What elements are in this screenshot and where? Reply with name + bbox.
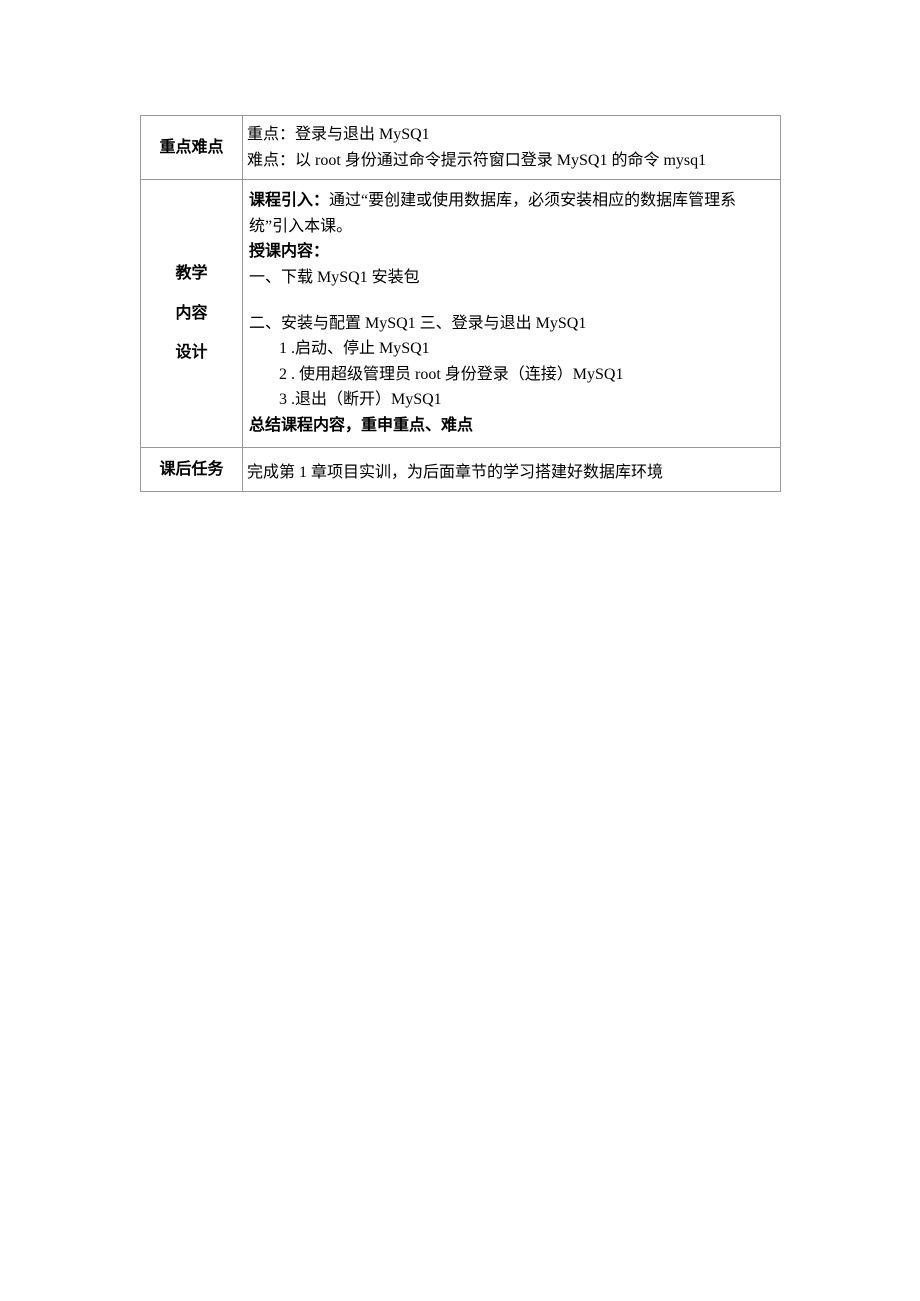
lesson-plan-table: 重点难点 重点：登录与退出 MySQ1 难点：以 root 身份通过命令提示符窗… bbox=[140, 115, 781, 492]
teaching-item3: 3 .退出（断开）MySQ1 bbox=[249, 387, 774, 413]
homework-text: 完成第 1 章项目实训，为后面章节的学习搭建好数据库环境 bbox=[247, 460, 776, 486]
homework-label: 课后任务 bbox=[141, 447, 243, 492]
row-teaching: 教学 内容 设计 课程引入：通过“要创建或使用数据库，必须安装相应的数据库管理系… bbox=[141, 180, 781, 447]
teaching-intro-bold: 课程引入： bbox=[249, 192, 329, 209]
teaching-label-2: 内容 bbox=[175, 301, 207, 327]
blank-line bbox=[249, 291, 774, 311]
teaching-intro: 课程引入：通过“要创建或使用数据库，必须安装相应的数据库管理系统”引入本课。 bbox=[249, 188, 774, 239]
row-keypoints: 重点难点 重点：登录与退出 MySQ1 难点：以 root 身份通过命令提示符窗… bbox=[141, 116, 781, 180]
teaching-sec2: 二、安装与配置 MySQ1 三、登录与退出 MySQ1 bbox=[249, 311, 774, 337]
teaching-content-label: 授课内容： bbox=[249, 239, 774, 265]
teaching-sec1: 一、下载 MySQ1 安装包 bbox=[249, 265, 774, 291]
keypoints-content: 重点：登录与退出 MySQ1 难点：以 root 身份通过命令提示符窗口登录 M… bbox=[243, 116, 781, 180]
teaching-label-1: 教学 bbox=[175, 261, 207, 287]
homework-content: 完成第 1 章项目实训，为后面章节的学习搭建好数据库环境 bbox=[243, 447, 781, 492]
keypoints-line1: 重点：登录与退出 MySQ1 bbox=[247, 122, 776, 148]
teaching-label: 教学 内容 设计 bbox=[141, 180, 243, 447]
row-homework: 课后任务 完成第 1 章项目实训，为后面章节的学习搭建好数据库环境 bbox=[141, 447, 781, 492]
teaching-content: 课程引入：通过“要创建或使用数据库，必须安装相应的数据库管理系统”引入本课。 授… bbox=[243, 180, 781, 447]
teaching-label-3: 设计 bbox=[175, 340, 207, 366]
teaching-item2: 2 . 使用超级管理员 root 身份登录（连接）MySQ1 bbox=[249, 362, 774, 388]
teaching-item1: 1 .启动、停止 MySQ1 bbox=[249, 336, 774, 362]
teaching-summary: 总结课程内容，重申重点、难点 bbox=[249, 413, 774, 439]
keypoints-label: 重点难点 bbox=[141, 116, 243, 180]
homework-label-text: 课后任务 bbox=[159, 461, 223, 478]
keypoints-label-text: 重点难点 bbox=[159, 139, 223, 156]
keypoints-line2: 难点：以 root 身份通过命令提示符窗口登录 MySQ1 的命令 mysq1 bbox=[247, 148, 776, 174]
